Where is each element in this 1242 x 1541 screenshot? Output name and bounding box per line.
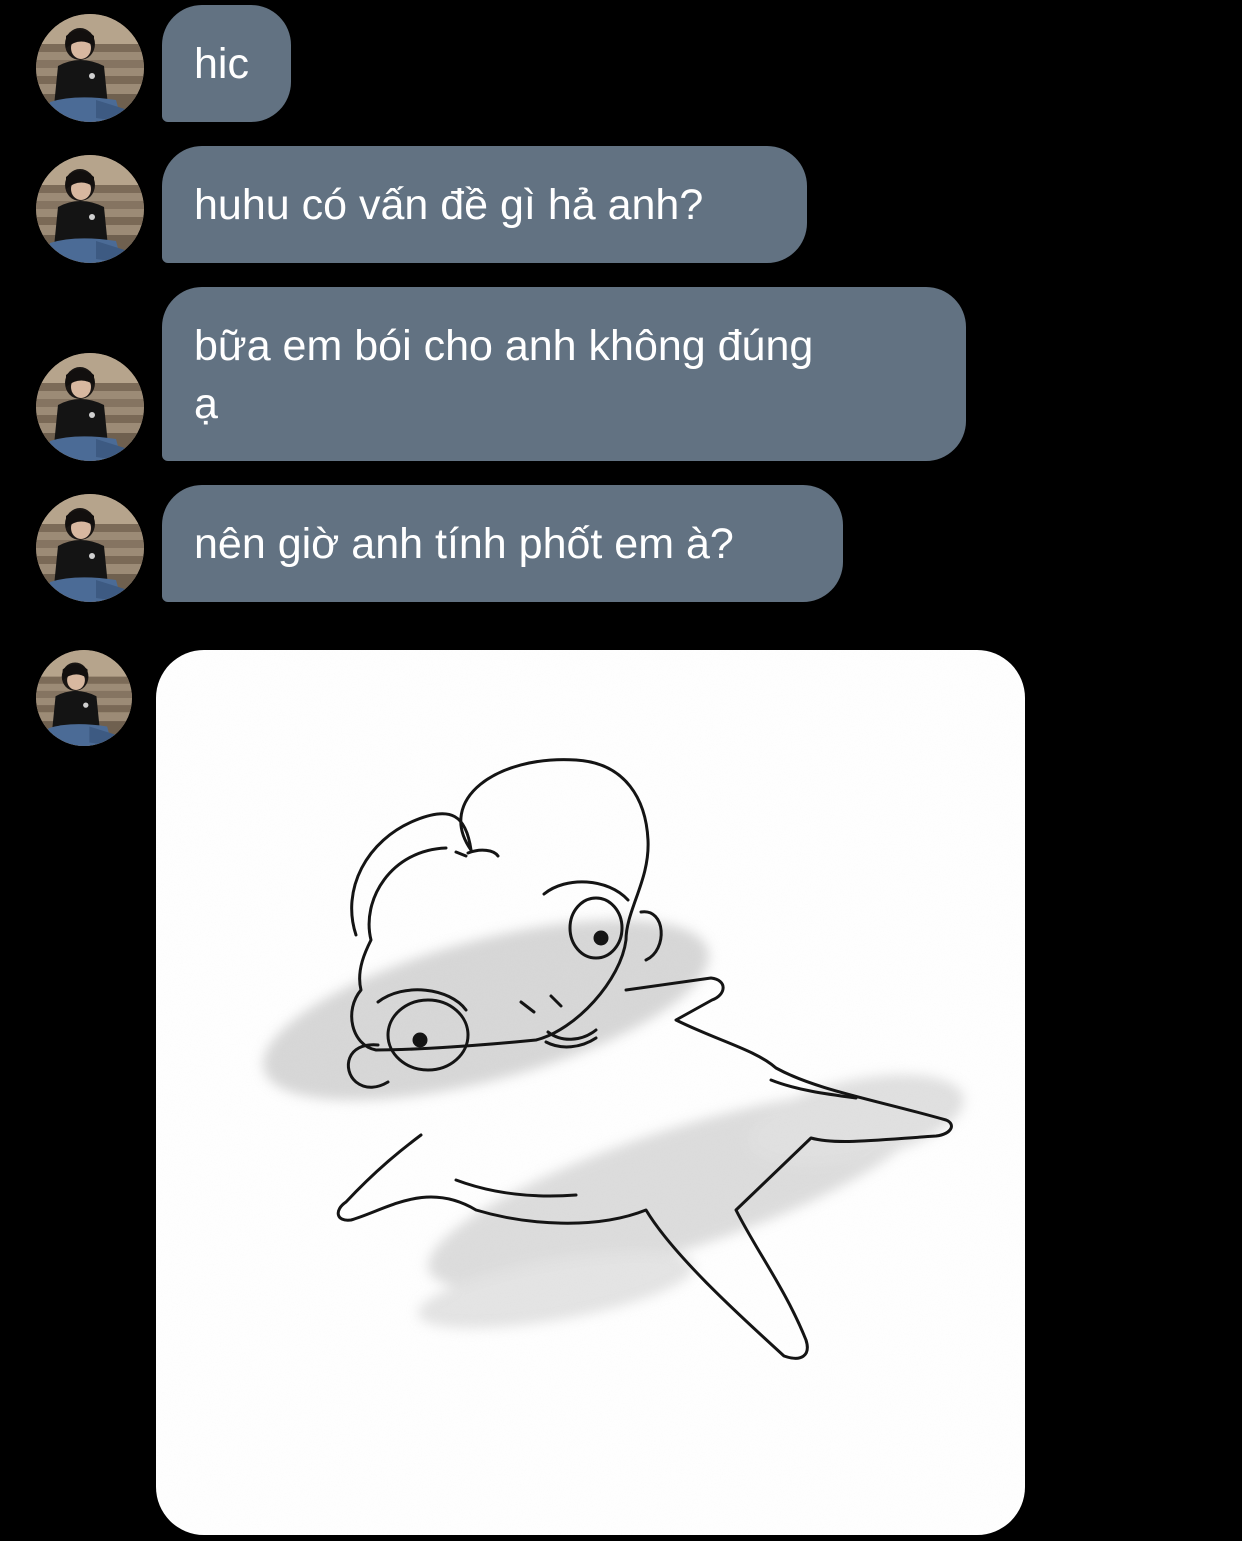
avatar-photo (36, 353, 144, 461)
avatar-photo (36, 650, 132, 746)
message-bubble[interactable]: hic (162, 5, 291, 122)
avatar-photo (36, 155, 144, 263)
avatar[interactable] (36, 155, 144, 263)
avatar-photo (36, 14, 144, 122)
message-text-line-2: ạ (194, 380, 218, 428)
image-message[interactable] (156, 650, 1025, 1535)
message-text: nên giờ anh tính phốt em à? (194, 520, 734, 568)
avatar-photo (36, 494, 144, 602)
avatar[interactable] (36, 494, 144, 602)
message-bubble[interactable]: huhu có vấn đề gì hả anh? (162, 146, 807, 263)
message-text: huhu có vấn đề gì hả anh? (194, 181, 704, 229)
message-text: hic (194, 40, 249, 88)
avatar[interactable] (36, 14, 144, 122)
avatar[interactable] (36, 650, 132, 746)
message-text-line-1: bữa em bói cho anh không đúng (194, 322, 814, 370)
sad-drawn-character-sticker (156, 650, 1025, 1535)
message-bubble[interactable]: nên giờ anh tính phốt em à? (162, 485, 843, 602)
avatar[interactable] (36, 353, 144, 461)
message-bubble[interactable]: bữa em bói cho anh không đúng ạ (162, 287, 966, 461)
